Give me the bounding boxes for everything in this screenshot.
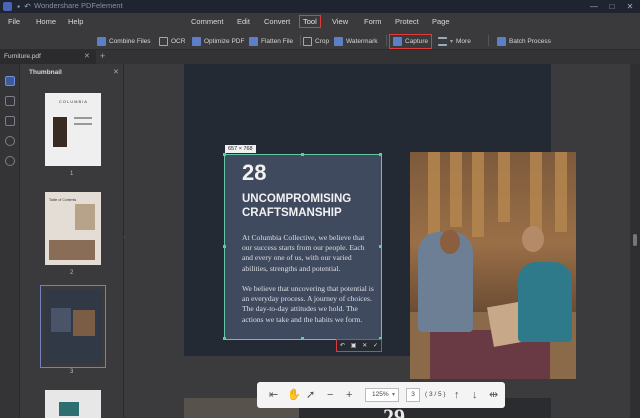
- chevron-down-icon: ▾: [391, 392, 395, 398]
- document-tab-bar: Furniture.pdf ✕ +: [0, 50, 640, 64]
- more-icon: [438, 37, 447, 46]
- close-window-button[interactable]: ✕: [620, 0, 640, 13]
- resize-handle[interactable]: [379, 245, 382, 248]
- ribbon-divider: [386, 35, 387, 46]
- capture-button[interactable]: Capture: [389, 34, 433, 49]
- thumbnail-page-number: 2: [70, 270, 74, 276]
- thumbnail-panel: Thumbnail ✕ COLUMBIA 1 Table of Contents…: [20, 64, 124, 418]
- optimize-pdf-icon: [192, 37, 201, 46]
- menu-tool[interactable]: Tool: [299, 15, 321, 28]
- watermark-button[interactable]: Watermark: [334, 35, 378, 48]
- craftsmen-photo: [410, 152, 576, 379]
- menu-protect[interactable]: Protect: [395, 17, 419, 26]
- thumbnail-icon[interactable]: [5, 76, 15, 86]
- menu-page[interactable]: Page: [432, 17, 450, 26]
- page-number-input[interactable]: 3: [406, 388, 420, 402]
- scrollbar-thumb[interactable]: [633, 234, 637, 246]
- menu-view[interactable]: View: [332, 17, 348, 26]
- confirm-capture-icon[interactable]: ✓: [373, 342, 378, 349]
- thumbnail-page-number: 1: [70, 171, 74, 177]
- menu-file[interactable]: File: [8, 17, 20, 26]
- craftswoman-figure: [518, 262, 572, 342]
- add-tab-button[interactable]: +: [100, 51, 105, 61]
- hand-tool-icon[interactable]: ✋: [287, 389, 301, 401]
- menu-help[interactable]: Help: [68, 17, 83, 26]
- chevron-down-icon: ▾: [450, 39, 454, 45]
- save-icon[interactable]: ▪: [14, 2, 23, 11]
- maximize-button[interactable]: □: [602, 0, 622, 13]
- menu-form[interactable]: Form: [364, 17, 382, 26]
- copy-capture-icon[interactable]: ▣: [351, 342, 357, 349]
- menu-edit[interactable]: Edit: [237, 17, 250, 26]
- watermark-icon: [334, 37, 343, 46]
- flatten-file-icon: [249, 37, 258, 46]
- resize-handle[interactable]: [379, 153, 382, 156]
- menu-home[interactable]: Home: [36, 17, 56, 26]
- thumbnail-panel-title: Thumbnail: [29, 69, 62, 76]
- zoom-select[interactable]: 125% ▾: [365, 388, 399, 402]
- ribbon-divider: [488, 35, 489, 46]
- app-logo-icon: [3, 2, 12, 11]
- vertical-scrollbar[interactable]: [630, 64, 640, 418]
- cancel-capture-icon[interactable]: ✕: [362, 342, 367, 349]
- thumbnail-page-1[interactable]: COLUMBIA: [45, 93, 101, 166]
- comment-icon[interactable]: [5, 116, 15, 126]
- left-icon-rail: [0, 64, 20, 418]
- body-paragraph-2: We believe that uncovering that potentia…: [242, 284, 374, 324]
- attachment-icon[interactable]: [5, 136, 15, 146]
- thumbnail-page-4[interactable]: [45, 390, 101, 418]
- search-icon[interactable]: [5, 156, 15, 166]
- select-tool-icon[interactable]: ➚: [306, 389, 315, 401]
- menu-comment[interactable]: Comment: [191, 17, 224, 26]
- resize-handle[interactable]: [223, 153, 226, 156]
- batch-process-icon: [497, 37, 506, 46]
- resize-handle[interactable]: [223, 245, 226, 248]
- page-number-heading: 28: [242, 160, 267, 185]
- chair-image: [53, 117, 67, 147]
- resize-handle[interactable]: [223, 337, 226, 340]
- menu-bar: File Home Help Comment Edit Convert Tool…: [0, 13, 640, 32]
- close-tab-icon[interactable]: ✕: [84, 52, 90, 60]
- tool-ribbon: Combine Files OCR Optimize PDF Flatten F…: [0, 32, 640, 50]
- crop-icon: [303, 37, 312, 46]
- page-count: ( 3 / 5 ): [425, 391, 446, 398]
- resize-handle[interactable]: [301, 153, 304, 156]
- capture-action-toolbar: ↶ ▣ ✕ ✓: [336, 339, 382, 352]
- optimize-pdf-button[interactable]: Optimize PDF: [192, 35, 244, 48]
- flatten-file-button[interactable]: Flatten File: [249, 35, 293, 48]
- ribbon-divider: [300, 35, 301, 46]
- bookmark-icon[interactable]: [5, 96, 15, 106]
- next-page-icon[interactable]: ↓: [472, 389, 478, 401]
- combine-files-icon: [97, 37, 106, 46]
- body-paragraph-1: At Columbia Collective, we believe that …: [242, 233, 365, 273]
- undo-capture-icon[interactable]: ↶: [340, 342, 345, 349]
- window-title: Wondershare PDFelement: [34, 1, 123, 10]
- minimize-button[interactable]: —: [584, 0, 604, 13]
- close-panel-icon[interactable]: ✕: [113, 68, 119, 76]
- crop-button[interactable]: Crop: [303, 35, 329, 48]
- thumbnail-page-2[interactable]: Table of Contents: [45, 192, 101, 265]
- fit-width-icon[interactable]: ⇹: [489, 389, 498, 401]
- zoom-in-icon[interactable]: +: [346, 389, 352, 401]
- resize-handle[interactable]: [301, 337, 304, 340]
- headline: UNCOMPROMISING CRAFTSMANSHIP: [242, 193, 352, 219]
- more-button[interactable]: ▾ More: [438, 35, 471, 48]
- menu-convert[interactable]: Convert: [264, 17, 290, 26]
- capture-size-label: 657 × 768: [225, 145, 256, 153]
- ocr-button[interactable]: OCR: [159, 35, 185, 48]
- combine-files-button[interactable]: Combine Files: [97, 35, 151, 48]
- batch-process-button[interactable]: Batch Process: [497, 35, 551, 48]
- ocr-icon: [159, 37, 168, 46]
- tab-furniture-pdf[interactable]: Furniture.pdf ✕: [0, 50, 96, 64]
- fit-page-icon[interactable]: ⇤: [269, 389, 278, 401]
- capture-icon: [393, 37, 402, 46]
- bottom-view-toolbar: ⇤ ✋ ➚ − + 125% ▾ 3 ( 3 / 5 ) ↑ ↓ ⇹: [257, 382, 505, 408]
- thumbnail-page-3[interactable]: [40, 285, 106, 368]
- zoom-out-icon[interactable]: −: [327, 389, 333, 401]
- previous-page-icon[interactable]: ↑: [454, 389, 460, 401]
- thumbnail-page-number: 3: [70, 369, 74, 375]
- title-bar: ▪ ↶ Wondershare PDFelement — □ ✕: [0, 0, 640, 13]
- undo-icon[interactable]: ↶: [23, 2, 32, 11]
